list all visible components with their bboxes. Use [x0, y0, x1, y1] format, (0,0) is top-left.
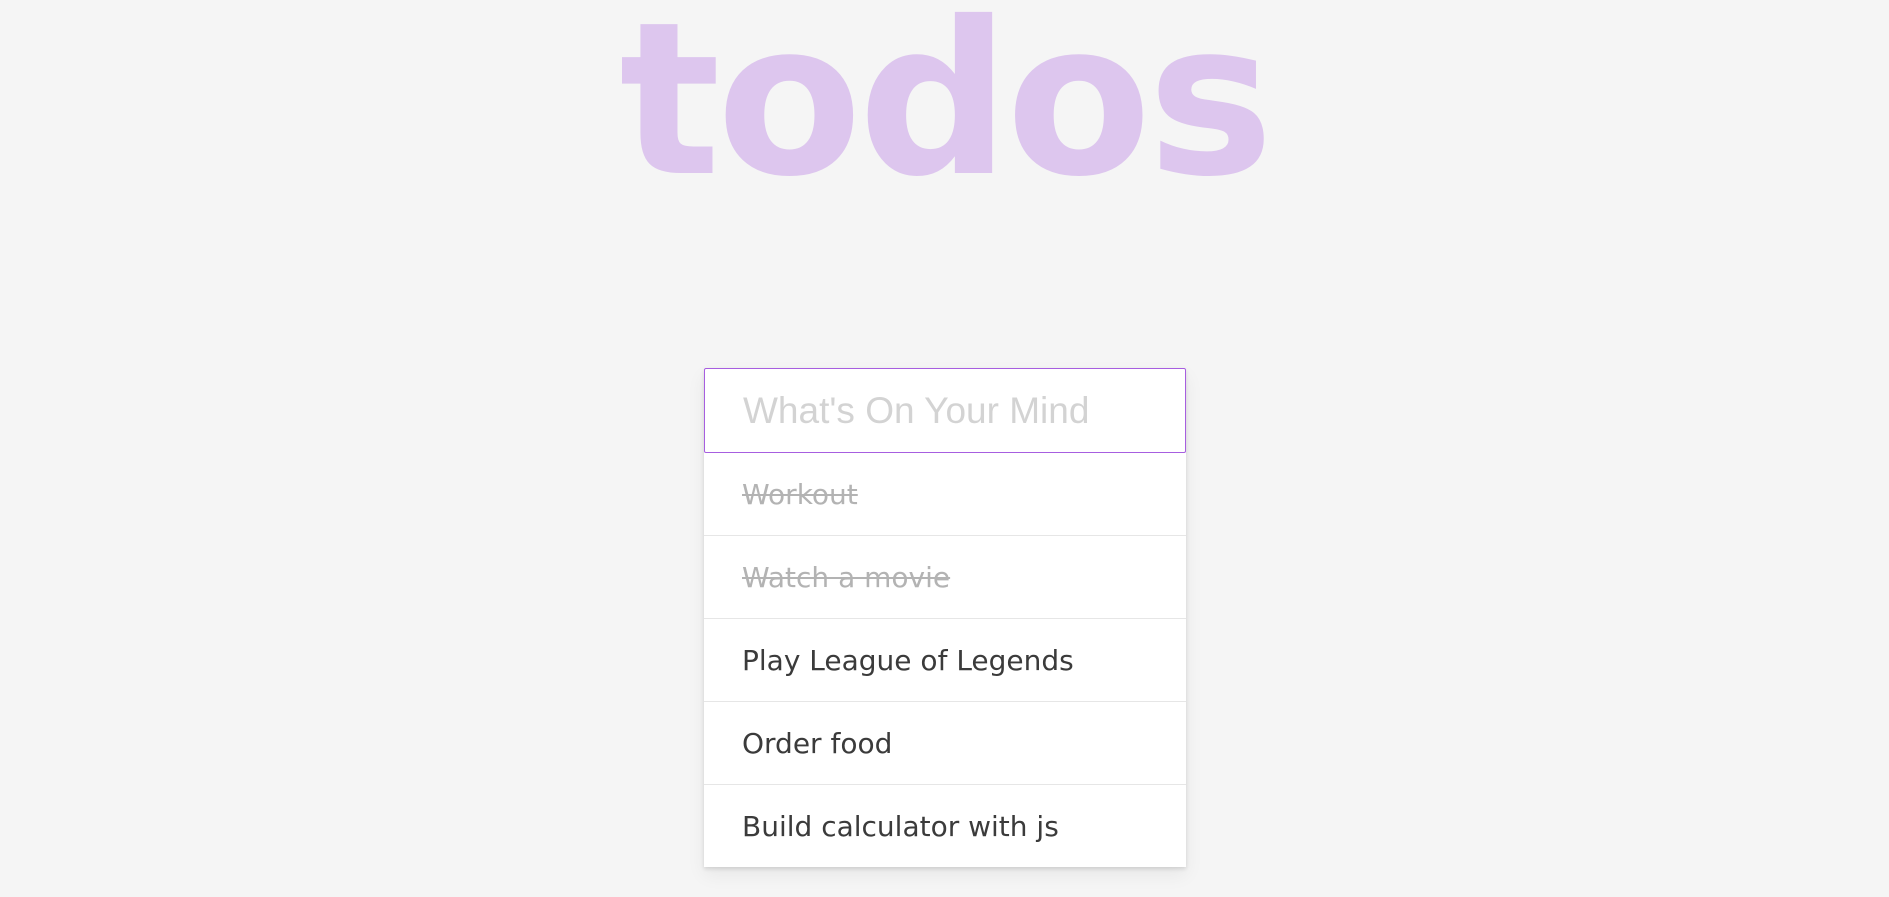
todo-panel: Workout Watch a movie Play League of Leg…: [704, 368, 1186, 867]
todo-item[interactable]: Workout: [704, 453, 1186, 535]
new-todo-input[interactable]: [704, 368, 1186, 453]
app-title: todos: [619, 0, 1274, 223]
todo-list: Workout Watch a movie Play League of Leg…: [704, 453, 1186, 867]
todo-label: Play League of Legends: [742, 643, 1074, 677]
todo-item[interactable]: Play League of Legends: [704, 618, 1186, 701]
todo-item[interactable]: Build calculator with js: [704, 784, 1186, 867]
todo-label: Build calculator with js: [742, 809, 1059, 843]
todo-label: Workout: [742, 477, 858, 511]
todo-label: Order food: [742, 726, 893, 760]
todo-item[interactable]: Order food: [704, 701, 1186, 784]
todo-label: Watch a movie: [742, 560, 951, 594]
todo-item[interactable]: Watch a movie: [704, 535, 1186, 618]
